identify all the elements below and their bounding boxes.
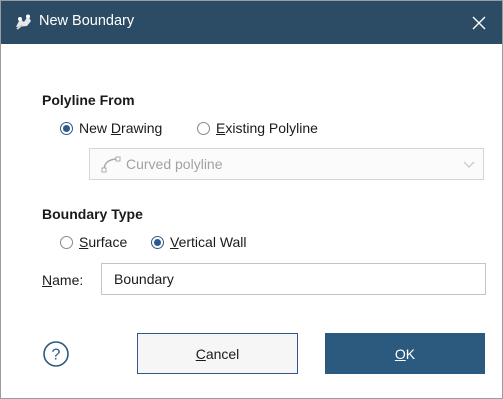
cancel-label: Cancel bbox=[195, 345, 240, 362]
radio-new-drawing[interactable]: New Drawing bbox=[60, 120, 172, 136]
polyline-from-label: Polyline From bbox=[42, 92, 135, 108]
radio-button[interactable] bbox=[197, 121, 210, 135]
radio-label: New Drawing bbox=[79, 120, 163, 136]
dropdown-value: Curved polyline bbox=[126, 156, 223, 172]
svg-text:?: ? bbox=[52, 347, 61, 364]
chevron-down-icon bbox=[463, 161, 475, 168]
radio-label: Existing Polyline bbox=[216, 120, 318, 136]
boundary-type-label: Boundary Type bbox=[42, 206, 143, 222]
radio-label: Vertical Wall bbox=[170, 234, 247, 250]
radio-existing-polyline[interactable]: Existing Polyline bbox=[197, 120, 328, 136]
radio-label: Surface bbox=[79, 234, 128, 250]
close-icon bbox=[472, 16, 486, 29]
ok-button[interactable]: OK bbox=[325, 333, 485, 374]
title-bar[interactable]: New Boundary bbox=[1, 1, 502, 44]
radio-button[interactable] bbox=[151, 235, 164, 249]
dialog-title: New Boundary bbox=[39, 13, 135, 29]
radio-vertical-wall[interactable]: Vertical Wall bbox=[151, 234, 257, 250]
polyline-type-dropdown[interactable]: Curved polyline bbox=[89, 148, 484, 180]
close-button[interactable] bbox=[456, 1, 502, 44]
curved-polyline-icon bbox=[101, 156, 121, 173]
cancel-button[interactable]: Cancel bbox=[137, 333, 298, 374]
new-boundary-dialog: New Boundary Polyline From New Drawing E… bbox=[0, 0, 503, 399]
radio-surface[interactable]: Surface bbox=[60, 234, 137, 250]
radio-button[interactable] bbox=[60, 235, 73, 249]
ok-label: OK bbox=[394, 345, 416, 362]
radio-button[interactable] bbox=[60, 121, 73, 135]
name-label: Name: bbox=[42, 272, 84, 288]
boundary-app-icon bbox=[16, 14, 31, 30]
help-icon[interactable]: ? bbox=[42, 340, 70, 368]
name-field[interactable] bbox=[101, 263, 486, 295]
